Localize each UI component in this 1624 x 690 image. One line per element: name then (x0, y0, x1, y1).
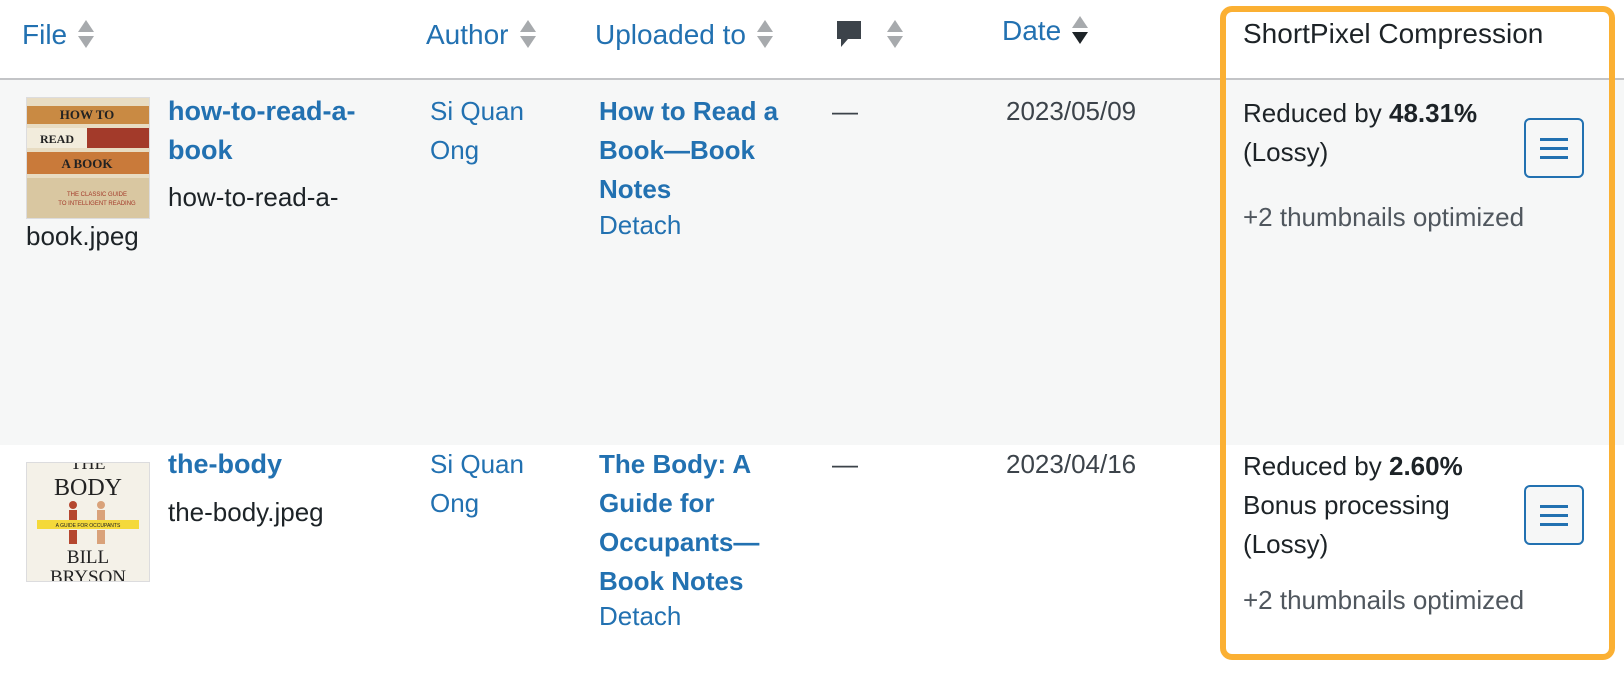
book-cover-image[interactable]: HOW TO READ A BOOK THE CLASSIC GUIDE TO … (27, 98, 149, 218)
date-value: 2023/04/16 (1006, 449, 1137, 479)
column-date[interactable]: Date (1002, 14, 1089, 48)
cover-text: BILL (67, 547, 109, 568)
uploaded-to-line[interactable]: Book—Book (599, 131, 778, 170)
author-line[interactable]: Si Quan (430, 92, 524, 131)
sort-arrows-icon[interactable] (886, 18, 904, 52)
sort-arrows-icon[interactable] (519, 18, 537, 52)
shortpixel-reduced-line: Reduced by 48.31% (1243, 94, 1477, 133)
file-title-line[interactable]: book (168, 131, 355, 170)
column-uploaded-to-label[interactable]: Uploaded to (595, 19, 746, 51)
reduced-prefix: Reduced by (1243, 98, 1389, 128)
shortpixel-status: Reduced by 2.60% Bonus processing (Lossy… (1243, 447, 1463, 564)
uploaded-to-line[interactable]: Occupants— (599, 523, 759, 562)
uploaded-to-line[interactable]: The Body: A (599, 445, 759, 484)
author-link[interactable]: Si Quan Ong (430, 92, 524, 170)
column-comments[interactable] (834, 18, 904, 52)
book-cover-image[interactable]: THE BODY A GUIDE FOR OCCUPANTS BILL BRYS… (27, 463, 149, 581)
sort-arrows-icon[interactable] (77, 18, 95, 52)
thumbnail-the-body[interactable]: THE BODY A GUIDE FOR OCCUPANTS BILL BRYS… (26, 462, 150, 582)
shortpixel-menu-button[interactable] (1524, 118, 1584, 178)
sort-arrows-icon[interactable] (756, 18, 774, 52)
column-file-label[interactable]: File (22, 19, 67, 51)
cover-text: READ (40, 132, 74, 146)
file-name: the-body.jpeg (168, 497, 324, 527)
shortpixel-status: Reduced by 48.31% (Lossy) (1243, 94, 1477, 172)
table-row: THE BODY A GUIDE FOR OCCUPANTS BILL BRYS… (0, 445, 1624, 690)
cover-text: BRYSON (50, 567, 126, 581)
thumbnail-how-to-read[interactable]: HOW TO READ A BOOK THE CLASSIC GUIDE TO … (26, 97, 150, 219)
compression-type: (Lossy) (1243, 137, 1329, 167)
column-uploaded-to[interactable]: Uploaded to (595, 18, 774, 52)
author-link[interactable]: Si Quan Ong (430, 445, 524, 523)
cover-text: THE CLASSIC GUIDE (67, 192, 127, 198)
reduced-percent: 48.31% (1388, 98, 1478, 128)
table-header: File Author Uploaded to Date ShortPixel … (0, 0, 1624, 80)
uploaded-to-line[interactable]: Guide for (599, 484, 759, 523)
cover-text: A BOOK (62, 156, 114, 171)
author-line[interactable]: Ong (430, 131, 524, 170)
file-name: how-to-read-a- (168, 182, 339, 212)
detach-link[interactable]: Detach (599, 206, 681, 245)
reduced-percent: 2.60% (1388, 451, 1463, 481)
thumbnails-optimized: +2 thumbnails optimized (1243, 585, 1525, 615)
column-shortpixel-label: ShortPixel Compression (1243, 18, 1544, 49)
comments-count: — (832, 449, 858, 479)
thumbnails-optimized: +2 thumbnails optimized (1243, 202, 1525, 232)
table-row: HOW TO READ A BOOK THE CLASSIC GUIDE TO … (0, 80, 1624, 445)
column-author-label[interactable]: Author (426, 19, 509, 51)
reduced-prefix: Reduced by (1243, 451, 1389, 481)
author-line[interactable]: Ong (430, 484, 524, 523)
cover-text: THE (71, 463, 106, 473)
cover-text: BODY (54, 475, 122, 501)
uploaded-to-link[interactable]: How to Read a Book—Book Notes (599, 92, 778, 209)
uploaded-to-line[interactable]: Notes (599, 170, 778, 209)
comments-count: — (832, 96, 858, 126)
file-name: book.jpeg (26, 221, 139, 251)
shortpixel-menu-button[interactable] (1524, 485, 1584, 545)
file-title-line[interactable]: how-to-read-a- (168, 92, 355, 131)
bonus-processing: Bonus processing (1243, 490, 1450, 520)
author-line[interactable]: Si Quan (430, 445, 524, 484)
file-title-link[interactable]: the-body (168, 445, 282, 484)
cover-text: HOW TO (60, 107, 115, 122)
column-author[interactable]: Author (426, 18, 537, 52)
column-shortpixel: ShortPixel Compression (1243, 18, 1543, 50)
uploaded-to-link[interactable]: The Body: A Guide for Occupants— Book No… (599, 445, 759, 601)
column-file[interactable]: File (22, 18, 95, 52)
uploaded-to-line[interactable]: Book Notes (599, 562, 759, 601)
column-date-label[interactable]: Date (1002, 15, 1061, 47)
file-title-link[interactable]: how-to-read-a- book (168, 92, 355, 170)
date-value: 2023/05/09 (1006, 96, 1137, 126)
comment-bubble-icon[interactable] (834, 18, 864, 52)
cover-text: A GUIDE FOR OCCUPANTS (56, 523, 121, 529)
compression-type: (Lossy) (1243, 529, 1329, 559)
detach-link[interactable]: Detach (599, 597, 681, 636)
uploaded-to-line[interactable]: How to Read a (599, 92, 778, 131)
cover-text: TO INTELLIGENT READING (58, 201, 136, 207)
sort-desc-arrows-icon[interactable] (1071, 14, 1089, 48)
shortpixel-reduced-line: Reduced by 2.60% (1243, 447, 1463, 486)
